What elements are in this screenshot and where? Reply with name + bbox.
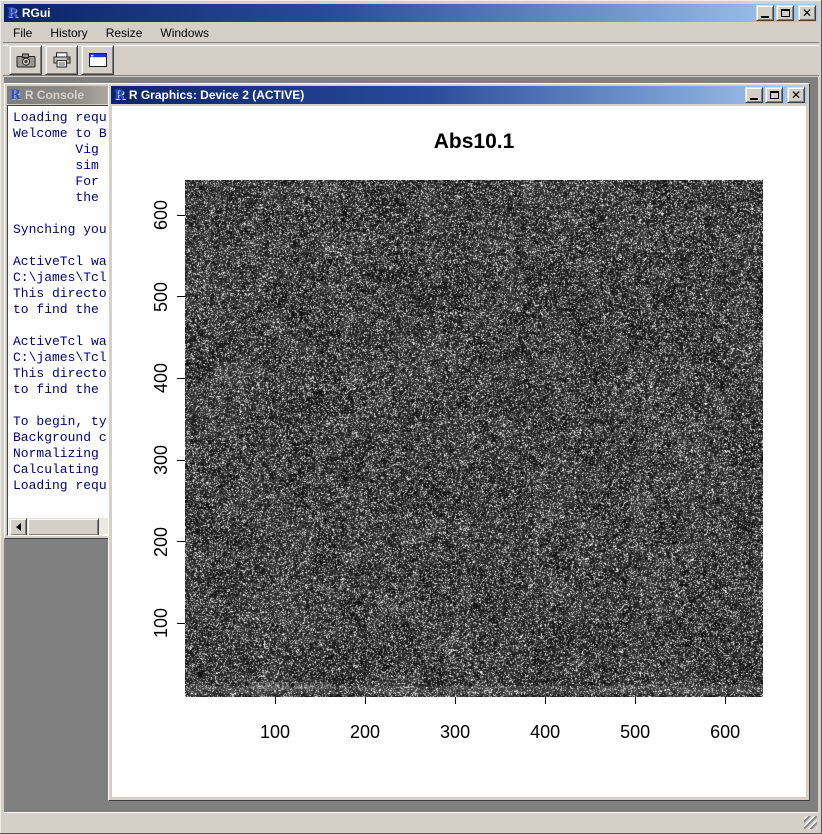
console-line: ActiveTcl wa bbox=[13, 334, 107, 350]
console-client[interactable]: Loading requWelcome to B Vig sim For the… bbox=[7, 105, 117, 536]
y-axis-tick-label: 400 bbox=[150, 348, 172, 408]
x-axis-tick-label: 400 bbox=[515, 721, 575, 743]
resize-grip[interactable] bbox=[804, 816, 817, 829]
console-line: ActiveTcl wa bbox=[13, 254, 107, 270]
r-graphics-window: R R Graphics: Device 2 (ACTIVE) ✕ Abs10.… bbox=[108, 83, 810, 801]
console-line: sim bbox=[13, 158, 107, 174]
console-window-button[interactable] bbox=[81, 45, 114, 75]
close-icon: ✕ bbox=[791, 90, 801, 100]
r-logo-icon: R bbox=[7, 6, 18, 21]
maximize-button[interactable] bbox=[776, 5, 794, 21]
x-axis-tick-label: 600 bbox=[695, 721, 755, 743]
console-line: This directo bbox=[13, 366, 107, 382]
plot-title: Abs10.1 bbox=[185, 130, 763, 154]
x-axis-tick bbox=[275, 697, 276, 704]
graphics-maximize-button[interactable] bbox=[765, 87, 783, 103]
console-line: Background c bbox=[13, 430, 107, 446]
x-axis-tick-label: 500 bbox=[605, 721, 665, 743]
status-bar bbox=[4, 812, 818, 830]
main-window-title: RGui bbox=[22, 6, 754, 20]
x-axis-tick bbox=[455, 697, 456, 704]
graphics-titlebar[interactable]: R R Graphics: Device 2 (ACTIVE) ✕ bbox=[111, 86, 807, 104]
x-axis-tick bbox=[545, 697, 546, 704]
camera-icon bbox=[16, 53, 36, 68]
console-line: C:\james\Tcl bbox=[13, 350, 107, 366]
scrollbar-thumb[interactable] bbox=[27, 518, 99, 536]
console-line: C:\james\Tcl bbox=[13, 270, 107, 286]
x-axis-tick-label: 100 bbox=[245, 721, 305, 743]
x-axis-tick-label: 300 bbox=[425, 721, 485, 743]
y-axis-tick bbox=[177, 541, 185, 542]
menubar: File History Resize Windows bbox=[4, 24, 818, 42]
window-icon bbox=[89, 53, 107, 67]
minimize-icon bbox=[761, 16, 769, 18]
menu-resize[interactable]: Resize bbox=[97, 24, 152, 42]
console-line: Vig bbox=[13, 142, 107, 158]
console-title: R Console bbox=[25, 88, 84, 102]
r-console-window: R R Console Loading requWelcome to B Vig… bbox=[4, 83, 120, 539]
printer-icon bbox=[52, 52, 72, 68]
y-axis-tick-label: 300 bbox=[150, 430, 172, 490]
console-line: Loading requ bbox=[13, 110, 107, 126]
console-line: For bbox=[13, 174, 107, 190]
maximize-icon bbox=[770, 91, 779, 99]
snapshot-button[interactable] bbox=[9, 45, 42, 75]
graphics-title: R Graphics: Device 2 (ACTIVE) bbox=[129, 88, 743, 102]
minimize-button[interactable] bbox=[756, 5, 774, 21]
plot-area: Abs10.1 100 200 300 400 500 600 100 200 300 400 50… bbox=[112, 106, 806, 797]
print-button[interactable] bbox=[45, 45, 78, 75]
x-axis-tick bbox=[635, 697, 636, 704]
y-axis-tick-label: 200 bbox=[150, 512, 172, 572]
graphics-client: Abs10.1 100 200 300 400 500 600 100 200 300 400 50… bbox=[111, 105, 807, 798]
rgui-main-window: R RGui ✕ File History Resize Windows bbox=[0, 0, 822, 834]
console-line: to find the bbox=[13, 382, 107, 398]
r-graphics-icon: R bbox=[114, 88, 125, 103]
console-output: Loading requWelcome to B Vig sim For the… bbox=[13, 110, 107, 494]
x-axis-tick-label: 200 bbox=[335, 721, 395, 743]
console-line bbox=[13, 318, 107, 334]
console-line: This directo bbox=[13, 286, 107, 302]
main-titlebar[interactable]: R RGui ✕ bbox=[4, 4, 818, 22]
y-axis-tick-label: 600 bbox=[150, 185, 172, 245]
x-axis-tick bbox=[725, 697, 726, 704]
console-line: Synching you bbox=[13, 222, 107, 238]
menu-windows[interactable]: Windows bbox=[151, 24, 218, 42]
console-titlebar[interactable]: R R Console bbox=[7, 86, 117, 104]
graphics-window-controls: ✕ bbox=[743, 87, 805, 103]
console-line bbox=[13, 398, 107, 414]
console-line: the bbox=[13, 190, 107, 206]
close-button[interactable]: ✕ bbox=[798, 5, 816, 21]
arrow-left-icon bbox=[16, 523, 21, 531]
console-line: To begin, ty bbox=[13, 414, 107, 430]
console-line: to find the bbox=[13, 302, 107, 318]
y-axis-tick-label: 500 bbox=[150, 267, 172, 327]
console-line bbox=[13, 238, 107, 254]
mdi-client-area: R R Console Loading requWelcome to B Vig… bbox=[4, 77, 818, 811]
menu-history[interactable]: History bbox=[41, 24, 96, 42]
menu-file[interactable]: File bbox=[4, 24, 41, 42]
y-axis-tick bbox=[177, 623, 185, 624]
console-hscrollbar bbox=[9, 518, 115, 534]
y-axis-tick bbox=[177, 215, 185, 216]
y-axis-tick-label: 100 bbox=[150, 593, 172, 653]
x-axis-tick bbox=[365, 697, 366, 704]
microarray-scan-image bbox=[185, 180, 763, 697]
y-axis-tick bbox=[177, 460, 185, 461]
graphics-minimize-button[interactable] bbox=[745, 87, 763, 103]
console-line: Calculating bbox=[13, 462, 107, 478]
r-console-icon: R bbox=[10, 88, 21, 103]
main-window-controls: ✕ bbox=[754, 5, 816, 21]
console-line bbox=[13, 206, 107, 222]
maximize-icon bbox=[781, 9, 790, 17]
console-line: Loading requ bbox=[13, 478, 107, 494]
console-line: Normalizing bbox=[13, 446, 107, 462]
minimize-icon bbox=[750, 98, 758, 100]
scroll-left-button[interactable] bbox=[9, 518, 27, 536]
y-axis-tick bbox=[177, 378, 185, 379]
y-axis-tick bbox=[177, 296, 185, 297]
graphics-close-button[interactable]: ✕ bbox=[787, 87, 805, 103]
toolbar bbox=[4, 45, 818, 75]
console-line: Welcome to B bbox=[13, 126, 107, 142]
close-icon: ✕ bbox=[802, 8, 812, 18]
